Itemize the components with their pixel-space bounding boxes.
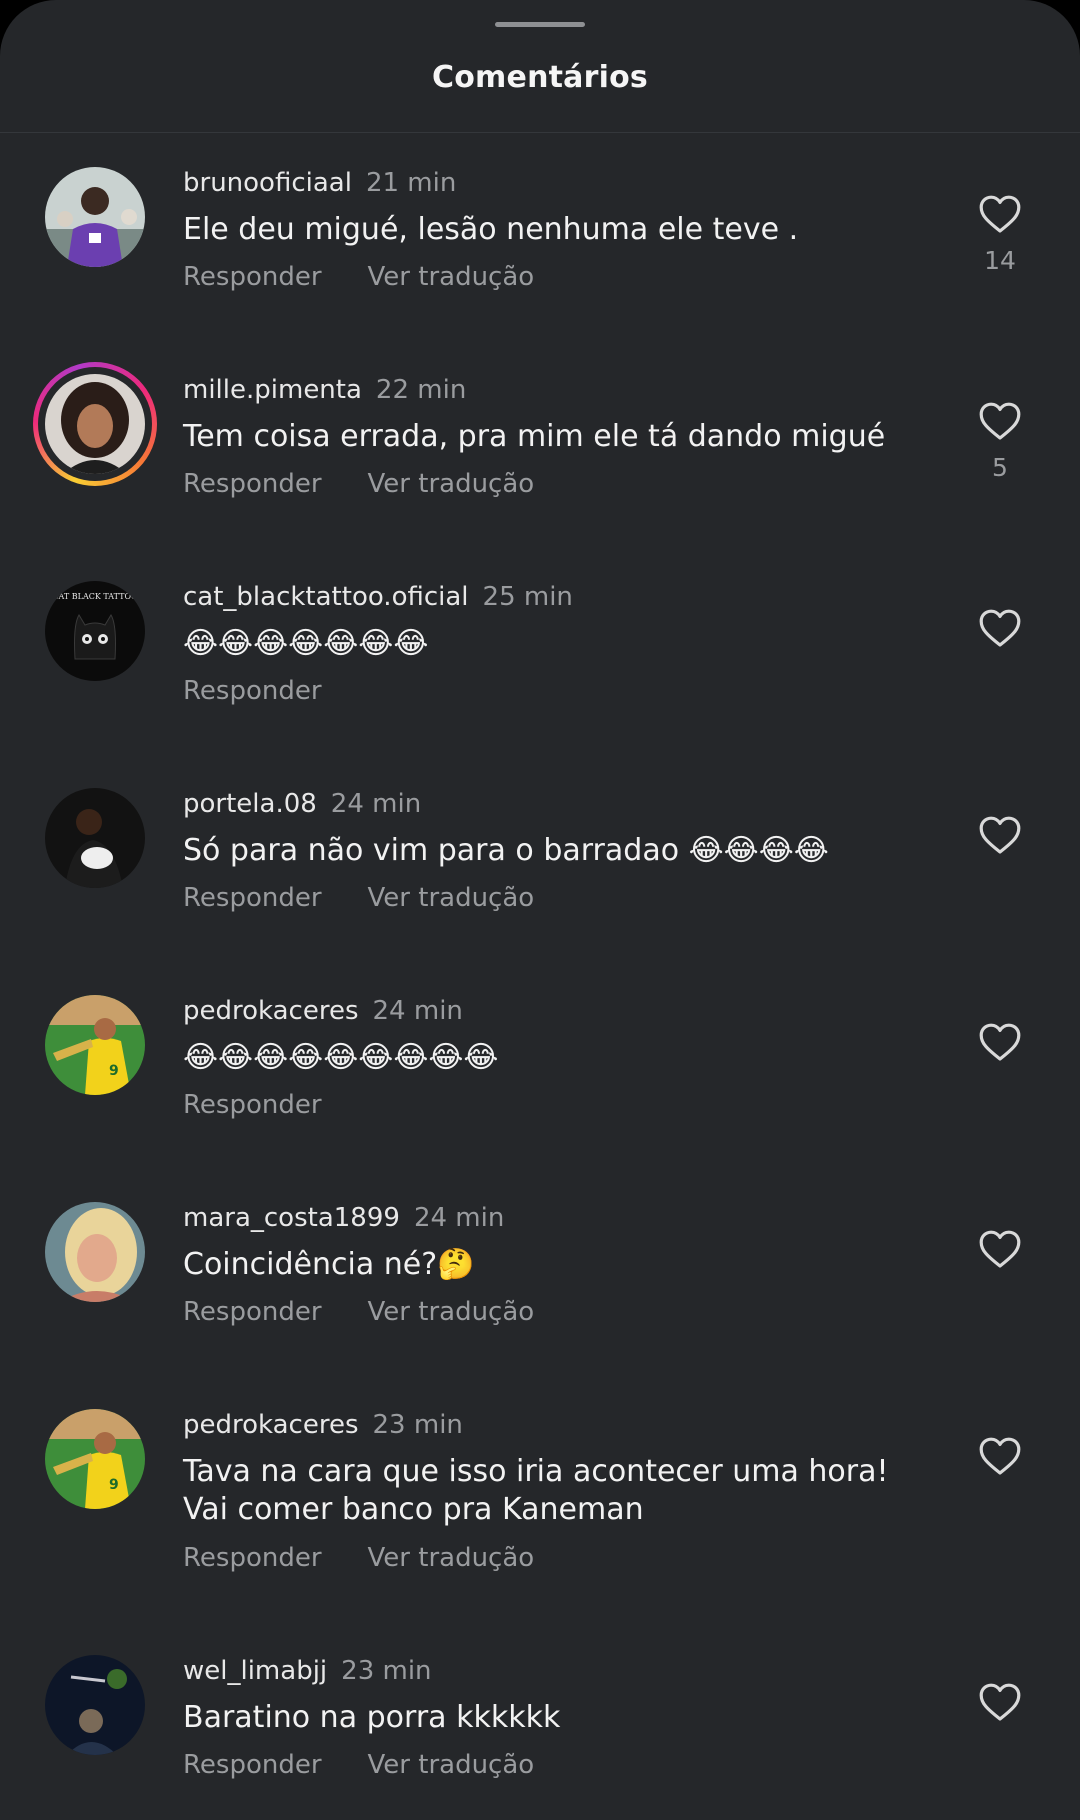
username[interactable]: wel_limabjj <box>183 1656 327 1686</box>
comment-actions: Responder Ver tradução <box>183 468 534 500</box>
svg-text:9: 9 <box>109 1477 119 1493</box>
reply-button[interactable]: Responder <box>183 261 322 293</box>
reply-button[interactable]: Responder <box>183 1296 322 1328</box>
timestamp: 24 min <box>330 789 422 819</box>
translate-button[interactable]: Ver tradução <box>368 1749 535 1781</box>
comment-meta: wel_limabjj 23 min <box>183 1655 432 1687</box>
comment-text: 😂😂😂😂😂😂😂😂😂 <box>183 1040 499 1075</box>
avatar[interactable] <box>45 1202 145 1302</box>
username[interactable]: brunooficiaal <box>183 168 352 198</box>
comment-actions: Responder Ver tradução <box>183 1296 534 1328</box>
avatar[interactable] <box>45 1655 145 1755</box>
comment-actions: Responder Ver tradução <box>183 882 534 914</box>
comment-meta: mille.pimenta 22 min <box>183 374 466 406</box>
like-count: 14 <box>984 246 1016 275</box>
username[interactable]: portela.08 <box>183 789 317 819</box>
reply-button[interactable]: Responder <box>183 1542 322 1574</box>
avatar[interactable] <box>45 788 145 888</box>
avatar[interactable]: 9 <box>45 1409 145 1509</box>
avatar[interactable]: CAT BLACK TATTOO <box>45 581 145 681</box>
heart-icon[interactable] <box>976 1018 1024 1066</box>
timestamp: 24 min <box>413 1203 505 1233</box>
heart-icon[interactable] <box>976 397 1024 445</box>
timestamp: 24 min <box>372 996 463 1026</box>
comment-meta: pedrokaceres 23 min <box>183 1409 463 1441</box>
comment-actions: Responder <box>183 675 322 707</box>
avatar[interactable] <box>45 167 145 267</box>
avatar[interactable]: 9 <box>45 995 145 1095</box>
comment-actions: Responder Ver tradução <box>183 1542 534 1574</box>
header-divider <box>0 132 1080 133</box>
comment-text: Baratino na porra kkkkkk <box>183 1700 561 1735</box>
translate-button[interactable]: Ver tradução <box>368 882 535 914</box>
heart-icon[interactable] <box>976 604 1024 652</box>
svg-text:9: 9 <box>109 1063 119 1079</box>
timestamp: 22 min <box>375 375 467 405</box>
reply-button[interactable]: Responder <box>183 1089 322 1121</box>
translate-button[interactable]: Ver tradução <box>368 468 535 500</box>
reply-button[interactable]: Responder <box>183 1749 322 1781</box>
heart-icon[interactable] <box>976 190 1024 238</box>
comment-text: Tava na cara que isso iria acontecer uma… <box>183 1454 889 1527</box>
heart-icon[interactable] <box>976 811 1024 859</box>
comment-meta: pedrokaceres 24 min <box>183 995 463 1027</box>
reply-button[interactable]: Responder <box>183 882 322 914</box>
username[interactable]: pedrokaceres <box>183 996 359 1026</box>
timestamp: 23 min <box>372 1410 463 1440</box>
comment-text: Coincidência né?🤔 <box>183 1247 475 1282</box>
avatar[interactable] <box>45 374 145 474</box>
comment-text: Tem coisa errada, pra mim ele tá dando m… <box>183 419 886 454</box>
timestamp: 21 min <box>365 168 457 198</box>
translate-button[interactable]: Ver tradução <box>368 1296 535 1328</box>
timestamp: 25 min <box>482 582 573 612</box>
comment-actions: Responder Ver tradução <box>183 261 534 293</box>
translate-button[interactable]: Ver tradução <box>368 261 535 293</box>
username[interactable]: pedrokaceres <box>183 1410 359 1440</box>
comment-meta: cat_blacktattoo.oficial 25 min <box>183 581 573 613</box>
svg-text:CAT BLACK TATTOO: CAT BLACK TATTOO <box>52 592 138 601</box>
heart-icon[interactable] <box>976 1432 1024 1480</box>
comments-sheet: Comentários brunooficiaal 21 min Ele deu … <box>0 0 1080 1820</box>
comment-actions: Responder <box>183 1089 322 1121</box>
username[interactable]: cat_blacktattoo.oficial <box>183 582 469 612</box>
comment-meta: brunooficiaal 21 min <box>183 167 456 199</box>
reply-button[interactable]: Responder <box>183 468 322 500</box>
comment-text: Só para não vim para o barradao 😂😂😂😂 <box>183 833 829 868</box>
heart-icon[interactable] <box>976 1225 1024 1273</box>
drag-handle[interactable] <box>495 22 585 27</box>
translate-button[interactable]: Ver tradução <box>368 1542 535 1574</box>
comment-text: Ele deu migué, lesão nenhuma ele teve . <box>183 212 799 247</box>
username[interactable]: mara_costa1899 <box>183 1203 400 1233</box>
heart-icon[interactable] <box>976 1678 1024 1726</box>
comment-meta: portela.08 24 min <box>183 788 421 820</box>
like-count: 5 <box>992 453 1008 482</box>
comment-actions: Responder Ver tradução <box>183 1749 534 1781</box>
reply-button[interactable]: Responder <box>183 675 322 707</box>
comment-meta: mara_costa1899 24 min <box>183 1202 504 1234</box>
comment-text: 😂😂😂😂😂😂😂 <box>183 626 429 661</box>
page-title: Comentários <box>432 60 648 95</box>
username[interactable]: mille.pimenta <box>183 375 362 405</box>
timestamp: 23 min <box>341 1656 432 1686</box>
